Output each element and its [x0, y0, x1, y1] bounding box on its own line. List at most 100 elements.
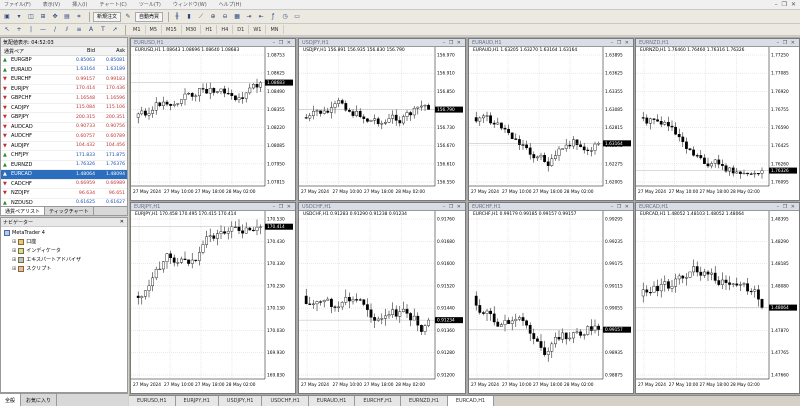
timeframe-w1[interactable]: W1	[249, 25, 267, 34]
chart-titlebar[interactable]: EURNZD,H1 – ❐ ✕	[636, 39, 799, 47]
window-buttons[interactable]: – ❐ ✕	[777, 40, 796, 46]
chart-window[interactable]: EURNZD,H1 – ❐ ✕ EURNZD,H1 1.76460 1.76460 …	[635, 38, 800, 201]
chart-tab[interactable]: EURNZD,H1	[401, 396, 448, 406]
tree-item[interactable]: ⊞ エキスパートアドバイザ	[4, 255, 124, 264]
window-buttons[interactable]: – ❐ ✕	[611, 204, 630, 210]
autoscroll-icon[interactable]: ⇥	[244, 12, 254, 22]
navigator-icon[interactable]: ✥	[50, 12, 60, 22]
menu-item[interactable]: ファイル(F)	[4, 1, 31, 8]
chart-titlebar[interactable]: EURJPY,H1 – ❐ ✕	[131, 203, 295, 211]
templates-icon[interactable]: ▭	[292, 12, 302, 22]
channel-icon[interactable]: ⫽	[62, 25, 72, 35]
timeframe-h4[interactable]: H4	[217, 25, 234, 34]
table-row[interactable]: ▼ EURJPY 170.414 170.436	[1, 85, 127, 94]
expand-icon[interactable]: ⊞	[12, 248, 16, 254]
chart-window[interactable]: EURAUD,H1 – ❐ ✕ EURAUD,H1 1.63205 1.63270 …	[468, 38, 634, 201]
line-chart-icon[interactable]: ⟋	[196, 12, 206, 22]
chart-tab[interactable]: USDJPY,H1	[218, 396, 263, 406]
close-icon[interactable]: ✕	[791, 1, 796, 8]
close-icon[interactable]: ✕	[120, 219, 124, 225]
timeframe-m1[interactable]: M1	[129, 25, 146, 34]
chart-shift-icon[interactable]: ⇤	[256, 12, 266, 22]
market-watch-icon[interactable]: ◫	[26, 12, 36, 22]
chart-window[interactable]: EURUSD,H1 – ❐ ✕ EURUSD,H1 1.08643 1.08696 …	[130, 38, 296, 201]
expand-icon[interactable]: ⊞	[12, 239, 16, 245]
trendline-icon[interactable]: /	[50, 25, 60, 35]
text-icon[interactable]: A	[86, 25, 96, 35]
tree-item[interactable]: ⊞ インディケータ	[4, 246, 124, 255]
vertical-line-icon[interactable]: |	[26, 25, 36, 35]
menu-item[interactable]: 挿入(I)	[72, 1, 87, 8]
market-watch-tab[interactable]: 通貨ペアリスト	[1, 207, 46, 215]
timeframe-m15[interactable]: M15	[162, 25, 182, 34]
chart-window[interactable]: EURCAD,H1 – ❐ ✕ EURCAD,H1 1.48052 1.48103 …	[635, 202, 800, 394]
bar-chart-icon[interactable]: ╫	[172, 12, 182, 22]
chart-titlebar[interactable]: EURAUD,H1 – ❐ ✕	[469, 39, 633, 47]
new-chart-icon[interactable]: ▣	[2, 12, 12, 22]
window-buttons[interactable]: – ❐ ✕	[273, 204, 292, 210]
table-row[interactable]: ▼ EURCHF 0.99157 0.99183	[1, 75, 127, 85]
table-row[interactable]: ▼ AUDCHF 0.60757 0.60789	[1, 132, 127, 142]
tree-item[interactable]: ⊞ スクリプト	[4, 264, 124, 273]
table-row[interactable]: ▲ EURCAD 1.48064 1.48094	[1, 170, 127, 180]
strategy-tester-icon[interactable]: ⌗	[74, 12, 84, 22]
timeframe-mn[interactable]: MN	[266, 25, 284, 34]
navigator-tab[interactable]: お気に入り	[21, 394, 58, 406]
chart-window[interactable]: USDCHF,H1 – ❐ ✕ USDCHF,H1 0.91283 0.91290 …	[298, 202, 466, 394]
minimize-icon[interactable]: –	[775, 1, 778, 8]
chart-tab[interactable]: EURUSD,H1	[129, 396, 176, 406]
table-row[interactable]: ▼ NZDJPY 96.634 96.651	[1, 189, 127, 199]
horizontal-line-icon[interactable]: —	[38, 25, 48, 35]
timeframe-m30[interactable]: M30	[182, 25, 202, 34]
label-icon[interactable]: T	[98, 25, 108, 35]
periods-icon[interactable]: ◷	[280, 12, 290, 22]
crosshair-icon[interactable]: +	[14, 25, 24, 35]
menu-item[interactable]: ツール(T)	[139, 1, 161, 8]
window-buttons[interactable]: – ❐ ✕	[273, 40, 292, 46]
chart-titlebar[interactable]: EURCHF,H1 – ❐ ✕	[469, 203, 633, 211]
chart-window[interactable]: EURJPY,H1 – ❐ ✕ EURJPY,H1 170.458 170.495 …	[130, 202, 296, 394]
cursor-icon[interactable]: ↖	[2, 25, 12, 35]
chart-tab[interactable]: EURAUD,H1	[308, 396, 356, 406]
menu-item[interactable]: チャート(C)	[100, 1, 127, 8]
chart-tab[interactable]: USDCHF,H1	[262, 396, 309, 406]
table-row[interactable]: ▲ CHFJPY 171.833 171.875	[1, 151, 127, 161]
table-row[interactable]: ▲ EURAUD 1.63164 1.63189	[1, 66, 127, 75]
window-buttons[interactable]: – ❐ ✕	[777, 204, 796, 210]
chart-window[interactable]: USDJPY,H1 – ❐ ✕ USDJPY,H1 156.891 156.935 …	[298, 38, 466, 201]
new-order-button[interactable]: 新規注文	[93, 11, 122, 22]
fibonacci-icon[interactable]: ≡	[74, 25, 84, 35]
expand-icon[interactable]: ⊞	[12, 266, 16, 272]
menu-item[interactable]: ウィンドウ(W)	[173, 1, 207, 8]
indicators-icon[interactable]: ƒ	[268, 12, 278, 22]
chart-tab[interactable]: EURJPY,H1	[175, 396, 219, 406]
table-row[interactable]: ▼ GBPCHF 1.16548 1.16596	[1, 94, 127, 104]
window-buttons[interactable]: – ❐ ✕	[611, 40, 630, 46]
chart-titlebar[interactable]: EURUSD,H1 – ❐ ✕	[131, 39, 295, 47]
metaeditor-icon[interactable]: ✎	[123, 12, 133, 22]
window-buttons[interactable]: – ❐ ✕	[443, 40, 462, 46]
terminal-icon[interactable]: ▤	[62, 12, 72, 22]
table-row[interactable]: ▼ AUDCAD 0.90733 0.90756	[1, 123, 127, 132]
timeframe-h1[interactable]: H1	[201, 25, 218, 34]
table-row[interactable]: ▼ CADCHF 0.66959 0.66989	[1, 180, 127, 189]
auto-trade-button[interactable]: 自動売買	[135, 11, 164, 22]
table-row[interactable]: ▲ EURGBP 0.85063 0.85081	[1, 56, 127, 66]
expand-icon[interactable]: ⊞	[12, 257, 16, 263]
chart-titlebar[interactable]: EURCAD,H1 – ❐ ✕	[636, 203, 799, 211]
arrow-icon[interactable]: ➚	[110, 25, 120, 35]
chart-window[interactable]: EURCHF,H1 – ❐ ✕ EURCHF,H1 0.99179 0.99185 …	[468, 202, 634, 394]
timeframe-m5[interactable]: M5	[146, 25, 162, 34]
menu-item[interactable]: 表示(V)	[43, 1, 60, 8]
tree-root[interactable]: MetaTrader 4	[4, 228, 124, 237]
data-window-icon[interactable]: ⊞	[38, 12, 48, 22]
profiles-icon[interactable]: ▾	[14, 12, 24, 22]
tile-windows-icon[interactable]: ▦	[232, 12, 242, 22]
table-row[interactable]: ▼ CADJPY 115.084 115.106	[1, 104, 127, 113]
tree-item[interactable]: ⊞ 口座	[4, 237, 124, 246]
chart-tab[interactable]: EURCHF,H1	[355, 396, 402, 406]
chart-titlebar[interactable]: USDCHF,H1 – ❐ ✕	[299, 203, 465, 211]
table-row[interactable]: ▲ EURNZD 1.76326 1.76376	[1, 161, 127, 170]
market-watch-tab[interactable]: ティックチャート	[45, 207, 94, 215]
menu-item[interactable]: ヘルプ(H)	[219, 1, 242, 8]
